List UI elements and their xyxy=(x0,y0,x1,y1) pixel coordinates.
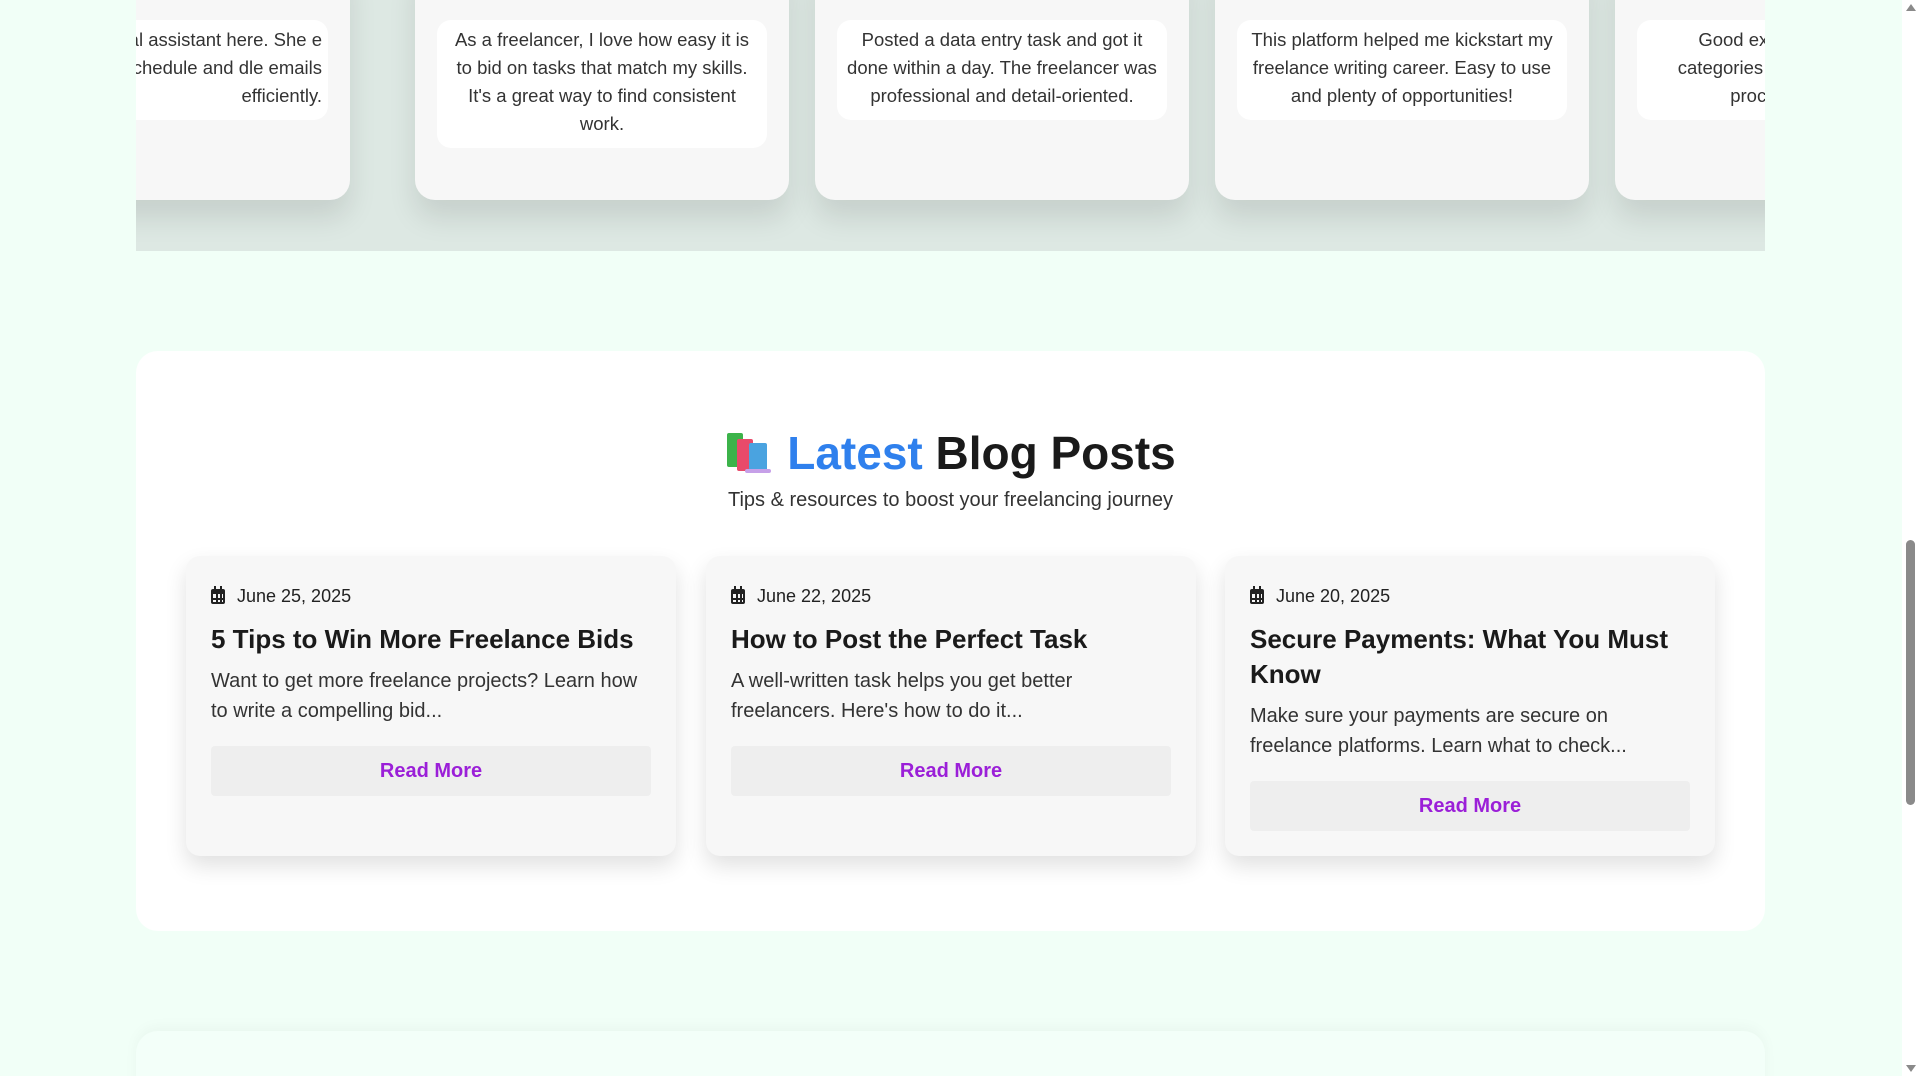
blog-post-card: June 22, 2025 How to Post the Perfect Ta… xyxy=(706,556,1196,856)
testimonial-quote: led virtual assistant here. She e organi… xyxy=(136,20,328,120)
post-date-text: June 22, 2025 xyxy=(757,586,872,606)
read-more-button[interactable]: Read More xyxy=(731,746,1171,796)
testimonials-carousel: led virtual assistant here. She e organi… xyxy=(136,0,1765,251)
testimonial-quote: Posted a data entry task and got it done… xyxy=(837,20,1167,120)
testimonial-card: As a freelancer, I love how easy it is t… xyxy=(415,0,789,200)
next-section xyxy=(136,1031,1765,1076)
testimonial-card: This platform helped me kickstart my fre… xyxy=(1215,0,1589,200)
calendar-icon xyxy=(1250,586,1264,604)
scroll-down-arrow-icon[interactable] xyxy=(1906,1065,1916,1072)
scrollbar[interactable] xyxy=(1902,0,1919,1076)
blog-post-card: June 20, 2025 Secure Payments: What You … xyxy=(1225,556,1715,856)
blog-title-accent: Latest xyxy=(787,427,923,479)
calendar-icon xyxy=(211,586,225,604)
blog-title-rest: Blog Posts xyxy=(935,427,1176,479)
testimonial-quote: This platform helped me kickstart my fre… xyxy=(1237,20,1567,120)
testimonial-card: Posted a data entry task and got it done… xyxy=(815,0,1189,200)
testimonial-card: led virtual assistant here. She e organi… xyxy=(136,0,350,200)
scroll-up-arrow-icon[interactable] xyxy=(1906,4,1916,11)
post-title: How to Post the Perfect Task xyxy=(731,624,1088,654)
post-date: June 25, 2025 xyxy=(211,586,351,607)
post-date: June 20, 2025 xyxy=(1250,586,1390,607)
post-excerpt: Want to get more freelance projects? Lea… xyxy=(211,670,638,722)
post-date-text: June 20, 2025 xyxy=(1276,586,1391,606)
post-title: Secure Payments: What You Must Know xyxy=(1250,624,1669,689)
blog-section-subtitle: Tips & resources to boost your freelanci… xyxy=(727,489,1174,511)
post-date: June 22, 2025 xyxy=(731,586,871,607)
blog-post-card: June 25, 2025 5 Tips to Win More Freelan… xyxy=(186,556,676,856)
read-more-button[interactable]: Read More xyxy=(1250,781,1690,831)
blog-section-title: Latest Blog Posts xyxy=(136,425,1765,481)
testimonial-card: Good exper categories are process xyxy=(1615,0,1765,200)
post-excerpt: A well-written task helps you get better… xyxy=(731,670,1073,722)
post-excerpt: Make sure your payments are secure on fr… xyxy=(1250,705,1627,757)
testimonial-quote: Good exper categories are process xyxy=(1637,20,1765,120)
testimonial-quote: As a freelancer, I love how easy it is t… xyxy=(437,20,767,148)
books-icon xyxy=(725,431,772,473)
post-title: 5 Tips to Win More Freelance Bids xyxy=(211,624,634,654)
page: led virtual assistant here. She e organi… xyxy=(0,0,1919,1076)
post-date-text: June 25, 2025 xyxy=(237,586,352,606)
read-more-button[interactable]: Read More xyxy=(211,746,651,796)
scrollbar-thumb[interactable] xyxy=(1906,540,1915,805)
calendar-icon xyxy=(731,586,745,604)
blog-section: Latest Blog Posts Tips & resources to bo… xyxy=(136,351,1765,931)
